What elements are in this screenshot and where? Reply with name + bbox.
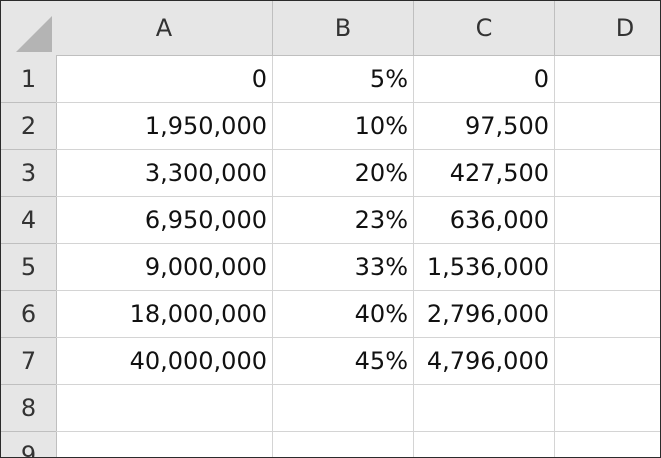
cell-d8[interactable] [555, 385, 660, 432]
cell-b8[interactable] [273, 385, 414, 432]
cell-d9[interactable] [555, 432, 660, 457]
cell-b2[interactable]: 10% [273, 103, 414, 150]
row-header-5[interactable]: 5 [1, 244, 57, 291]
cell-d2[interactable] [555, 103, 660, 150]
cell-a6[interactable]: 18,000,000 [56, 291, 273, 338]
cell-c2[interactable]: 97,500 [414, 103, 555, 150]
cell-a7[interactable]: 40,000,000 [56, 338, 273, 385]
cell-d6[interactable] [555, 291, 660, 338]
row-header-1[interactable]: 1 [1, 56, 57, 103]
select-all-triangle-icon [16, 16, 52, 52]
cell-c3[interactable]: 427,500 [414, 150, 555, 197]
cell-b9[interactable] [273, 432, 414, 457]
cell-b6[interactable]: 40% [273, 291, 414, 338]
row-header-8[interactable]: 8 [1, 385, 57, 432]
cell-a4[interactable]: 6,950,000 [56, 197, 273, 244]
cell-d1[interactable] [555, 56, 660, 103]
cell-a8[interactable] [56, 385, 273, 432]
row-header-6[interactable]: 6 [1, 291, 57, 338]
cell-a2[interactable]: 1,950,000 [56, 103, 273, 150]
cell-b4[interactable]: 23% [273, 197, 414, 244]
row-header-4[interactable]: 4 [1, 197, 57, 244]
cell-b1[interactable]: 5% [273, 56, 414, 103]
cell-c8[interactable] [414, 385, 555, 432]
column-header-d[interactable]: D [555, 1, 660, 56]
cell-a9[interactable] [56, 432, 273, 457]
cell-c1[interactable]: 0 [414, 56, 555, 103]
cell-a3[interactable]: 3,300,000 [56, 150, 273, 197]
column-header-a[interactable]: A [56, 1, 273, 56]
row-header-2[interactable]: 2 [1, 103, 57, 150]
column-header-b[interactable]: B [273, 1, 414, 56]
cell-d5[interactable] [555, 244, 660, 291]
cell-b3[interactable]: 20% [273, 150, 414, 197]
cell-c7[interactable]: 4,796,000 [414, 338, 555, 385]
cell-a1[interactable]: 0 [56, 56, 273, 103]
cell-c9[interactable] [414, 432, 555, 457]
row-header-9[interactable]: 9 [1, 432, 57, 457]
cell-b5[interactable]: 33% [273, 244, 414, 291]
spreadsheet-window: A B C D 1 0 5% 0 2 1,950,000 10% 97,500 … [0, 0, 661, 458]
row-header-7[interactable]: 7 [1, 338, 57, 385]
cell-d7[interactable] [555, 338, 660, 385]
cell-c5[interactable]: 1,536,000 [414, 244, 555, 291]
cell-a5[interactable]: 9,000,000 [56, 244, 273, 291]
cell-d3[interactable] [555, 150, 660, 197]
row-header-3[interactable]: 3 [1, 150, 57, 197]
cell-d4[interactable] [555, 197, 660, 244]
select-all-button[interactable] [1, 1, 57, 57]
cell-c6[interactable]: 2,796,000 [414, 291, 555, 338]
column-header-c[interactable]: C [414, 1, 555, 56]
cell-b7[interactable]: 45% [273, 338, 414, 385]
cell-c4[interactable]: 636,000 [414, 197, 555, 244]
